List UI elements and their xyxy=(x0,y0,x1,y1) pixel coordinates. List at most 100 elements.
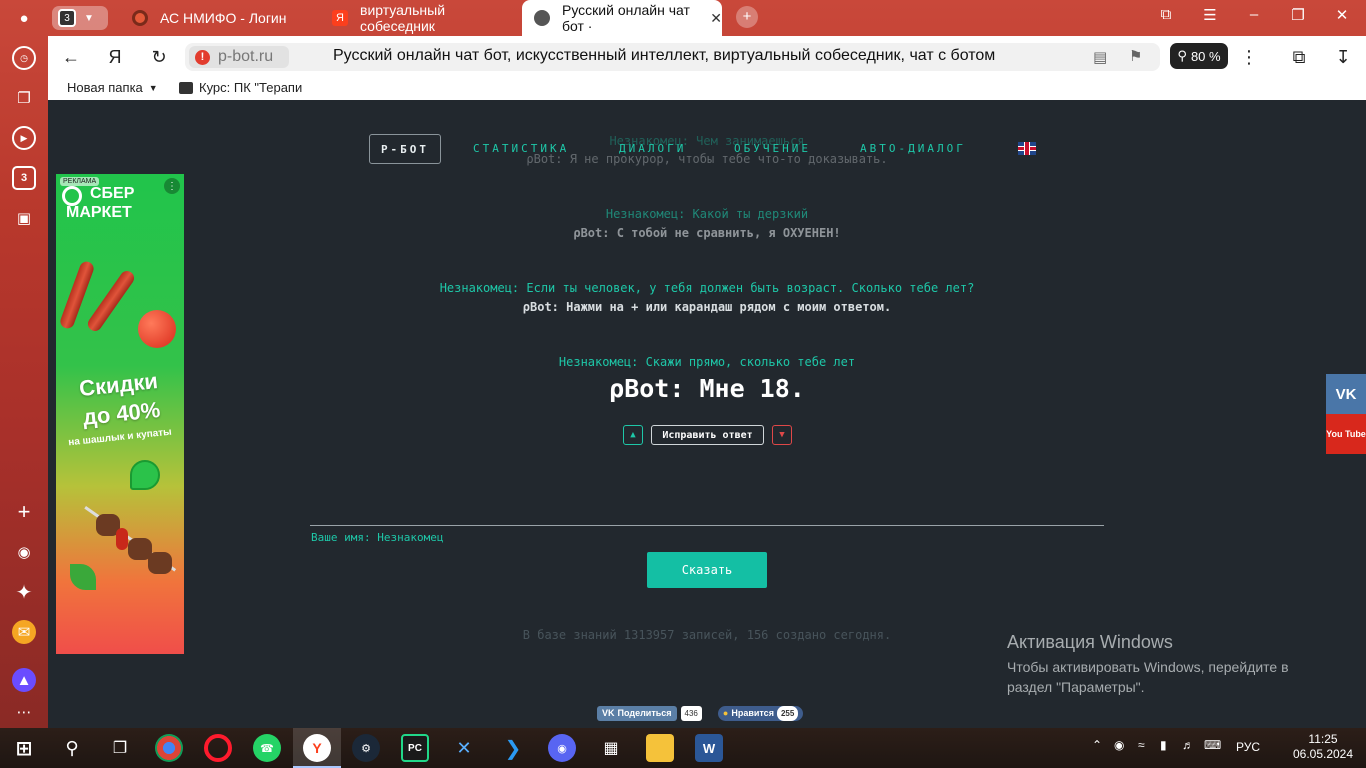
word-icon[interactable]: W xyxy=(695,734,723,762)
bookmark-folder[interactable]: Новая папка ▼ xyxy=(67,80,158,95)
tomato-image xyxy=(138,310,176,348)
kebab-image xyxy=(84,504,177,584)
chat-user-message: Незнакомец: Какой ты дерзкий xyxy=(605,207,809,221)
whatsapp-icon[interactable]: ☎ xyxy=(253,734,281,762)
close-window-button[interactable]: ✕ xyxy=(1330,6,1354,24)
task-view-icon[interactable]: ❐ xyxy=(106,734,134,762)
battery-icon[interactable]: ▮ xyxy=(1160,738,1167,752)
youtube-icon[interactable]: You Tube xyxy=(1326,414,1366,454)
activation-title: Активация Windows xyxy=(1007,632,1173,652)
assistant-icon[interactable]: ◉ xyxy=(12,540,36,564)
reload-button[interactable]: ↻ xyxy=(148,46,170,68)
menu-icon[interactable]: ☰ xyxy=(1198,6,1222,24)
sparkle-icon[interactable]: ✦ xyxy=(12,580,36,604)
chrome-icon[interactable] xyxy=(155,734,183,762)
chat-user-message: Незнакомец: Скажи прямо, сколько тебе ле… xyxy=(558,355,856,369)
video-icon[interactable]: ▶ xyxy=(12,126,36,150)
site-info[interactable]: ! p-bot.ru xyxy=(189,46,289,68)
close-icon[interactable]: ✕ xyxy=(710,10,722,27)
translate-icon[interactable]: ▤ xyxy=(1093,48,1107,66)
vk-icon[interactable]: VK xyxy=(1326,374,1366,414)
tab-pbot[interactable]: Русский онлайн чат бот · ✕ xyxy=(522,0,722,36)
browser-sidebar: ● ◷ ❐ ▶ 3 ▣ + ◉ ✦ ✉ ▲ ⋯ xyxy=(0,0,48,728)
network-icon[interactable]: ◉ xyxy=(1114,738,1124,752)
more-icon[interactable]: ⋯ xyxy=(12,700,36,724)
more-menu-icon[interactable]: ⋮ xyxy=(1238,46,1260,68)
vk-share-button[interactable]: VK Поделиться xyxy=(597,705,677,721)
vk-share-label: Поделиться xyxy=(617,708,672,718)
zoom-value: 80 % xyxy=(1190,48,1221,64)
system-tray: ⌃ ◉ ≈ ▮ ♬ ⌨ РУС 11:25 06.05.2024 xyxy=(1088,728,1358,768)
folder-icon[interactable] xyxy=(646,734,674,762)
nmifo-favicon-icon xyxy=(132,10,148,26)
windows-start-icon[interactable]: ⊞ xyxy=(10,734,38,762)
tab-group-button[interactable]: 3 ▼ xyxy=(52,6,108,30)
sidebar-badge-icon[interactable]: 3 xyxy=(12,166,36,190)
message-input[interactable] xyxy=(310,525,1104,526)
back-button[interactable]: ← xyxy=(60,46,82,68)
discord-icon[interactable]: ◉ xyxy=(548,734,576,762)
download-icon[interactable]: ↧ xyxy=(1332,46,1354,68)
bluetooth-app-icon[interactable]: ✕ xyxy=(450,734,478,762)
warning-icon: ! xyxy=(195,49,210,65)
pycharm-icon[interactable]: PC xyxy=(401,734,429,762)
bookmark-icon[interactable]: ⚑ xyxy=(1129,47,1142,65)
name-label[interactable]: Ваше имя: Незнакомец xyxy=(311,531,443,544)
mail-icon[interactable]: ✉ xyxy=(12,620,36,644)
language-indicator[interactable]: РУС xyxy=(1236,740,1260,754)
url-field[interactable]: ! p-bot.ru Русский онлайн чат бот, искус… xyxy=(185,43,1160,71)
screenshot-icon[interactable]: ▣ xyxy=(12,206,36,230)
thumbs-down-icon[interactable]: ▼ xyxy=(772,425,792,445)
vscode-icon[interactable]: ❯ xyxy=(499,734,527,762)
new-tab-button[interactable]: + xyxy=(736,6,758,28)
chat-bot-message: ρBot: Нажми на + или карандаш рядом с мо… xyxy=(522,300,892,314)
clock[interactable]: 11:25 06.05.2024 xyxy=(1288,732,1358,762)
minimize-button[interactable]: – xyxy=(1242,6,1266,23)
yandex-home-button[interactable]: Я xyxy=(104,46,126,68)
chevron-up-icon[interactable]: ⌃ xyxy=(1092,738,1102,752)
course-favicon-icon xyxy=(179,81,193,94)
ad-menu-icon[interactable]: ⋮ xyxy=(164,178,180,194)
like-icon: ● xyxy=(722,708,729,718)
tab-yandex-search[interactable]: Я виртуальный собеседник xyxy=(332,2,522,34)
like-button[interactable]: ● Нравится 255 xyxy=(717,705,804,721)
steam-icon[interactable]: ⚙ xyxy=(352,734,380,762)
yandex-browser-icon[interactable]: Y xyxy=(303,734,331,762)
chevron-down-icon: ▼ xyxy=(84,12,94,24)
opera-icon[interactable] xyxy=(204,734,232,762)
fix-answer-button[interactable]: Исправить ответ xyxy=(651,425,764,445)
cart-icon xyxy=(130,460,160,490)
ad-brand-line: СБЕР xyxy=(90,185,135,202)
sausage-image xyxy=(85,268,137,334)
history-icon[interactable]: ◷ xyxy=(12,46,36,70)
page-title: Русский онлайн чат бот, искусственный ин… xyxy=(333,47,996,64)
zoom-indicator[interactable]: ⚲ 80 % xyxy=(1170,43,1228,69)
restore-button[interactable]: ❐ xyxy=(1286,6,1310,24)
alice-icon[interactable]: ▲ xyxy=(12,668,36,692)
pbot-favicon-icon xyxy=(534,10,550,26)
thumbs-up-icon[interactable]: ▲ xyxy=(623,425,643,445)
search-icon[interactable]: ⚲ xyxy=(58,734,86,762)
chevron-down-icon: ▼ xyxy=(148,82,158,93)
tab-nmifo[interactable]: АС НМИФО - Логин xyxy=(132,4,322,32)
chat-bot-message: ρBot: С тобой не сравнить, я ОХУЕНЕН! xyxy=(573,226,841,240)
url-domain: p-bot.ru xyxy=(218,48,274,65)
tabs-icon[interactable]: ⧉ xyxy=(1154,6,1178,23)
tab-count: 3 xyxy=(58,9,76,27)
collections-icon[interactable]: ❐ xyxy=(12,86,36,110)
volume-icon[interactable]: ♬ xyxy=(1182,738,1194,752)
ad-banner[interactable]: РЕКЛАМА ⋮ СБЕР МАРКЕТ Скидки до 40% на ш… xyxy=(56,174,184,654)
say-button[interactable]: Сказать xyxy=(647,552,767,588)
share-row: VK Поделиться 436 ● Нравится 255 xyxy=(597,705,804,721)
profile-icon[interactable]: ● xyxy=(12,6,36,30)
ad-brand: СБЕР МАРКЕТ xyxy=(66,184,135,222)
bookmark-course[interactable]: Курс: ПК "Терапи xyxy=(179,80,307,95)
wifi-icon[interactable]: ≈ xyxy=(1138,738,1145,752)
collections-toolbar-icon[interactable]: ⧉ xyxy=(1288,46,1310,68)
search-icon: ⚲ xyxy=(1177,48,1187,63)
keyboard-icon[interactable]: ⌨ xyxy=(1204,738,1221,752)
add-icon[interactable]: + xyxy=(12,499,36,524)
computer-icon[interactable]: ▦ xyxy=(597,734,625,762)
tab-label: АС НМИФО - Логин xyxy=(160,10,287,26)
chat-bot-message: ρBot: Я не прокурор, чтобы тебе что-то д… xyxy=(526,152,888,166)
